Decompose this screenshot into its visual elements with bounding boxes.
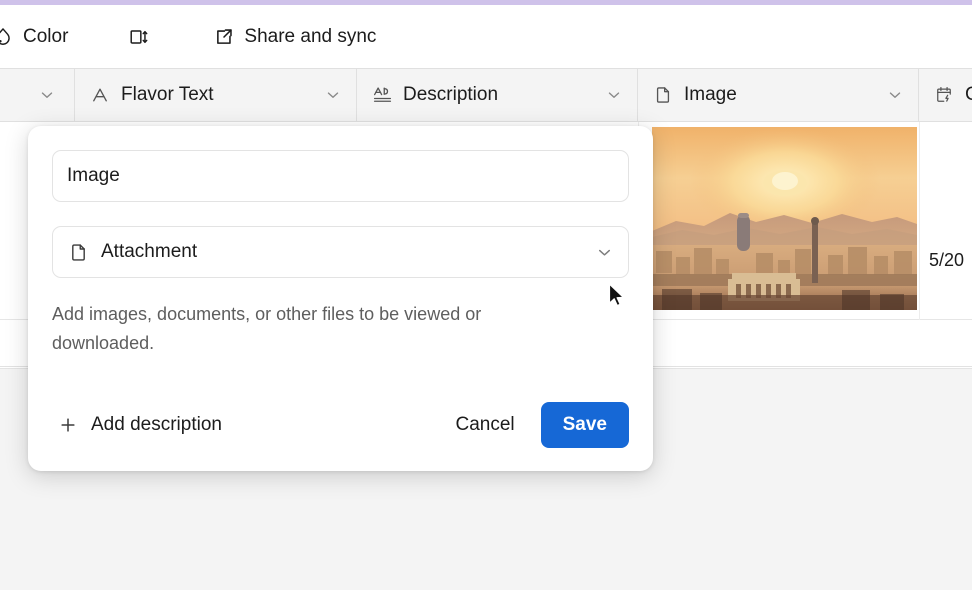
color-droplet-icon [0,26,14,48]
attachment-file-icon [652,84,674,106]
toolbar-color-label: Color [23,25,69,47]
field-type-select[interactable]: Attachment [52,226,629,278]
grid-column-header-image[interactable]: Image [638,69,919,121]
field-editor-dialog: Image Attachment Add images, documents, … [28,126,653,471]
field-name-input-value: Image [67,165,120,186]
plus-icon [58,415,78,435]
cancel-button[interactable]: Cancel [439,404,530,446]
row-height-icon [128,26,150,48]
field-type-helper-text: Add images, documents, or other files to… [52,304,482,354]
field-name-input[interactable]: Image [52,150,629,202]
toolbar-share-and-sync-label: Share and sync [244,25,377,47]
chevron-down-icon[interactable] [595,86,623,104]
toolbar-color-button[interactable]: Color [0,17,76,57]
grid-column-header-flavor-text[interactable]: Flavor Text [75,69,357,121]
grid-column-header-row: Flavor Text Description Image C [0,68,972,122]
cell-divider [919,122,920,320]
field-type-label: Attachment [101,241,198,262]
grid-column-label-image: Image [684,84,737,105]
chevron-down-icon[interactable] [595,243,614,262]
chevron-down-icon[interactable] [314,86,342,104]
share-external-link-icon [213,26,235,48]
grid-column-header-0[interactable] [0,69,75,121]
grid-column-label-created-time: C [965,84,972,105]
long-text-icon [371,84,393,106]
grid-column-label-flavor-text: Flavor Text [121,84,214,105]
created-time-cell-value: 5/20 [929,250,965,270]
attachment-file-icon [67,241,89,263]
grid-column-label-description: Description [403,84,499,105]
chevron-down-icon[interactable] [876,86,904,104]
dialog-footer: Add description Cancel Save [52,401,629,449]
add-description-label: Add description [91,414,222,435]
grid-column-header-created-time[interactable]: C [919,69,972,121]
attachment-thumbnail[interactable] [652,127,917,310]
app-root: Color Share and sync Flavor Text Descrip… [0,0,972,590]
toolbar-row-height-button[interactable] [120,17,167,57]
add-description-button[interactable]: Add description [52,405,228,445]
toolbar-share-and-sync-button[interactable]: Share and sync [205,17,384,57]
toolbar: Color Share and sync [0,5,972,68]
save-button[interactable]: Save [540,402,629,448]
text-field-icon [89,84,111,106]
grid-column-header-description[interactable]: Description [357,69,638,121]
created-time-calendar-icon [933,84,955,106]
chevron-down-icon[interactable] [28,86,56,104]
